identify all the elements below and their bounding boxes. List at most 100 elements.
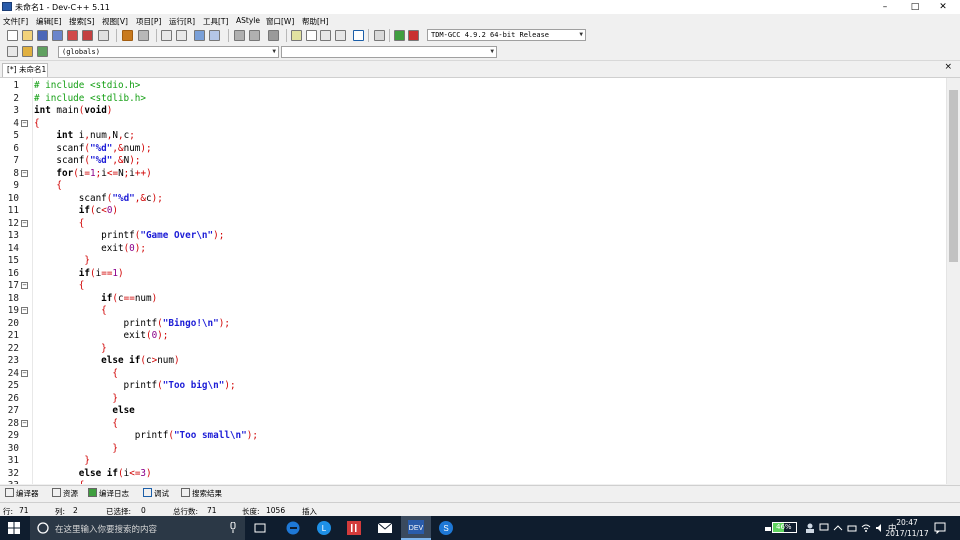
menu-project[interactable]: 项目[P] (136, 16, 161, 27)
code-line[interactable]: 23 else if(c>num) (0, 355, 946, 368)
code-line[interactable]: 7 scanf("%d",&N); (0, 155, 946, 168)
wifi-icon[interactable] (861, 522, 871, 533)
fold-toggle-icon[interactable]: − (21, 419, 28, 427)
compiler-select[interactable]: TDM-GCC 4.9.2 64-bit Release ▼ (427, 29, 586, 41)
code-line[interactable]: 18 if(c==num) (0, 293, 946, 306)
code-line[interactable]: 5 int i,num,N,c; (0, 130, 946, 143)
menu-astyle[interactable]: AStyle (236, 16, 260, 25)
vertical-scrollbar[interactable] (946, 78, 960, 484)
people-icon[interactable] (805, 523, 815, 533)
indent-icon[interactable] (249, 30, 260, 41)
class-combo[interactable]: (globals) ▼ (58, 46, 279, 58)
run-icon[interactable] (306, 30, 317, 41)
compile-icon[interactable] (291, 30, 302, 41)
goto-declaration-icon[interactable] (22, 46, 33, 57)
undo-icon[interactable] (122, 30, 133, 41)
code-line[interactable]: 12− { (0, 218, 946, 231)
save-all-icon[interactable] (52, 30, 63, 41)
print-icon[interactable] (98, 30, 109, 41)
fold-toggle-icon[interactable]: − (21, 369, 28, 377)
code-line[interactable]: 8− for(i=1;i<=N;i++) (0, 168, 946, 181)
goto-definition-icon[interactable] (37, 46, 48, 57)
open-folder-icon[interactable] (22, 30, 33, 41)
find-icon[interactable] (161, 30, 172, 41)
code-line[interactable]: 24− { (0, 368, 946, 381)
clock-time[interactable]: 20:47 (882, 518, 932, 527)
class-browser-icon[interactable] (7, 46, 18, 57)
code-line[interactable]: 27 else (0, 405, 946, 418)
code-line[interactable]: 16 if(i==1) (0, 268, 946, 281)
compile-run-icon[interactable] (320, 30, 331, 41)
close-tab-button[interactable]: × (944, 62, 952, 72)
check-syntax-icon[interactable] (353, 30, 364, 41)
battery-status-icon[interactable] (847, 523, 857, 533)
tab-compile-log[interactable]: 编译日志 (88, 488, 129, 499)
code-line[interactable]: 32 else if(i<=3) (0, 468, 946, 481)
mail-icon[interactable] (377, 520, 393, 536)
app-red-icon[interactable] (346, 520, 362, 536)
windows-start-icon[interactable] (8, 522, 20, 534)
fold-toggle-icon[interactable]: − (21, 219, 28, 227)
code-line[interactable]: 13 printf("Game Over\n"); (0, 230, 946, 243)
network-icon[interactable] (819, 523, 829, 533)
code-line[interactable]: 30 } (0, 443, 946, 456)
rebuild-icon[interactable] (335, 30, 346, 41)
tab-resources[interactable]: 资源 (52, 488, 78, 499)
code-line[interactable]: 6 scanf("%d",&num); (0, 143, 946, 156)
code-line[interactable]: 22 } (0, 343, 946, 356)
code-line[interactable]: 2 # include <stdlib.h> (0, 93, 946, 106)
code-line[interactable]: 1 # include <stdio.h> (0, 80, 946, 93)
bookmark-icon[interactable] (209, 30, 220, 41)
menu-edit[interactable]: 编辑[E] (36, 16, 62, 27)
chevron-up-icon[interactable] (833, 523, 843, 533)
code-line[interactable]: 29 printf("Too small\n"); (0, 430, 946, 443)
code-line[interactable]: 20 printf("Bingo!\n"); (0, 318, 946, 331)
menu-tools[interactable]: 工具[T] (203, 16, 228, 27)
close-window-button[interactable]: ✕ (926, 0, 960, 14)
code-line[interactable]: 14 exit(0); (0, 243, 946, 256)
code-line[interactable]: 4−{ (0, 118, 946, 131)
edge-browser-icon[interactable] (285, 520, 301, 536)
code-line[interactable]: 33 { (0, 480, 946, 484)
new-file-icon[interactable] (7, 30, 18, 41)
goto-line-icon[interactable] (194, 30, 205, 41)
microphone-icon[interactable] (229, 522, 237, 534)
action-center-icon[interactable] (934, 522, 946, 534)
tab-compiler[interactable]: 编译器 (5, 488, 39, 499)
tab-search-results[interactable]: 搜索结果 (181, 488, 222, 499)
menu-file[interactable]: 文件[F] (3, 16, 28, 27)
tab-debug[interactable]: 调试 (143, 488, 169, 499)
scrollbar-thumb[interactable] (949, 90, 958, 262)
menu-run[interactable]: 运行[R] (169, 16, 195, 27)
fold-toggle-icon[interactable]: − (21, 282, 28, 289)
delete-profile-icon[interactable] (408, 30, 419, 41)
menu-search[interactable]: 搜索[S] (69, 16, 95, 27)
save-icon[interactable] (37, 30, 48, 41)
sogou-input-icon[interactable]: S (438, 520, 454, 536)
devcpp-taskbar-button[interactable]: DEV (401, 516, 431, 540)
toggle-comment-icon[interactable] (268, 30, 279, 41)
clock-date[interactable]: 2017/11/17 (882, 529, 932, 538)
fold-toggle-icon[interactable]: − (21, 169, 28, 177)
code-line[interactable]: 15 } (0, 255, 946, 268)
code-line[interactable]: 28− { (0, 418, 946, 431)
code-line[interactable]: 10 scanf("%d",&c); (0, 193, 946, 206)
code-line[interactable]: 19− { (0, 305, 946, 318)
replace-icon[interactable] (176, 30, 187, 41)
close-file-icon[interactable] (67, 30, 78, 41)
taskbar-search-box[interactable]: 在这里输入你要搜索的内容 (30, 516, 245, 540)
fold-toggle-icon[interactable]: − (21, 307, 28, 314)
task-view-icon[interactable] (252, 520, 268, 536)
minimize-button[interactable]: – (868, 0, 902, 14)
code-editor[interactable]: 1 # include <stdio.h> 2 # include <stdlib.h… (0, 78, 946, 484)
code-line[interactable]: 11 if(c<0) (0, 205, 946, 218)
fold-toggle-icon[interactable]: − (21, 119, 28, 127)
profile-chart-icon[interactable] (394, 30, 405, 41)
code-line[interactable]: 17− { (0, 280, 946, 293)
code-line[interactable]: 25 printf("Too big\n"); (0, 380, 946, 393)
close-all-icon[interactable] (82, 30, 93, 41)
code-line[interactable]: 21 exit(0); (0, 330, 946, 343)
redo-icon[interactable] (138, 30, 149, 41)
battery-icon[interactable]: 46% (772, 522, 797, 533)
menu-help[interactable]: 帮助[H] (302, 16, 329, 27)
